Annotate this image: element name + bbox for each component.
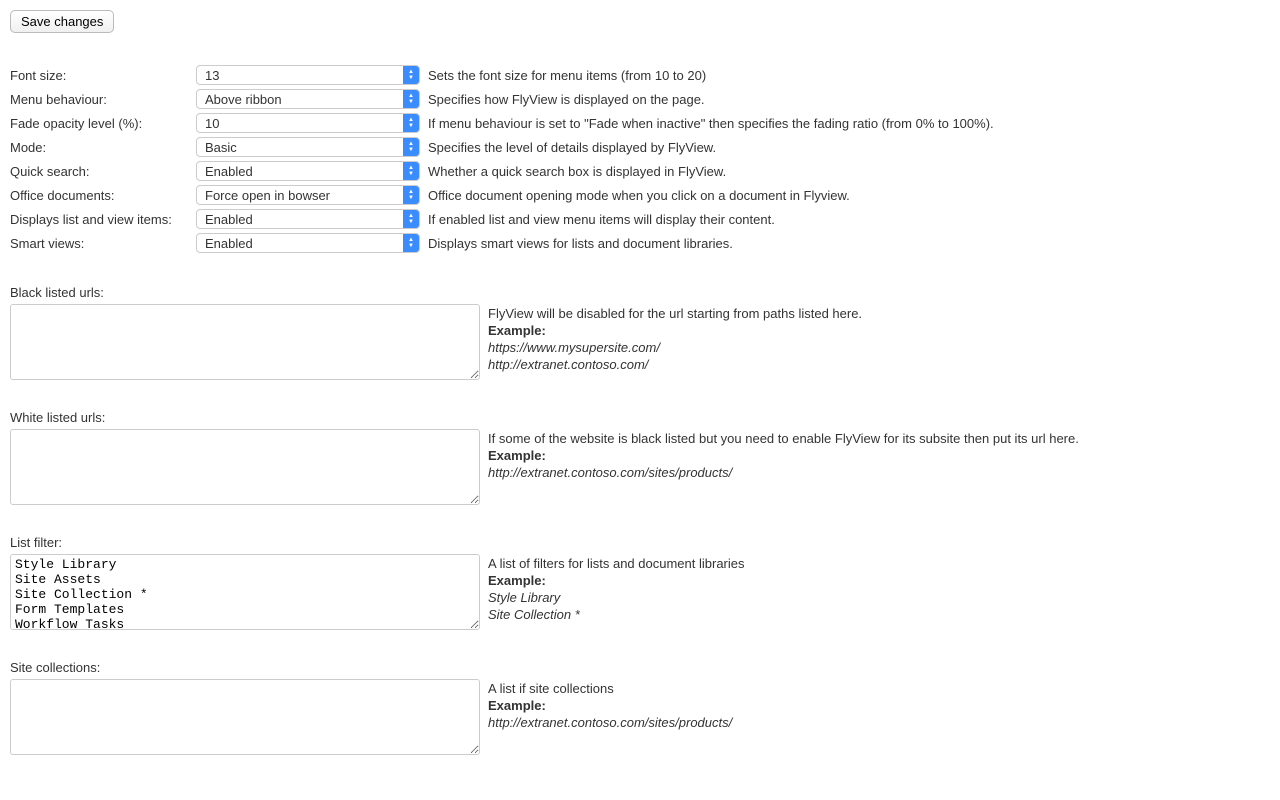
updown-icon — [403, 66, 419, 84]
updown-icon — [403, 138, 419, 156]
example-label: Example: — [488, 323, 546, 338]
setting-label-font-size: Font size: — [10, 63, 196, 87]
example-label: Example: — [488, 573, 546, 588]
setting-row: Fade opacity level (%): 10 If menu behav… — [10, 111, 1002, 135]
white-listed-desc: If some of the website is black listed b… — [488, 431, 1079, 482]
example-line: http://extranet.contoso.com/sites/produc… — [488, 465, 732, 480]
setting-label-office-documents: Office documents: — [10, 183, 196, 207]
updown-icon — [403, 210, 419, 228]
select-value: 10 — [197, 114, 403, 132]
select-value: Enabled — [197, 210, 403, 228]
desc-text: A list of filters for lists and document… — [488, 556, 745, 571]
black-listed-textarea[interactable] — [10, 304, 480, 380]
site-collections-section: Site collections: A list if site collect… — [10, 660, 1270, 755]
setting-label-mode: Mode: — [10, 135, 196, 159]
example-line: http://extranet.contoso.com/ — [488, 357, 648, 372]
updown-icon — [403, 186, 419, 204]
setting-label-smart-views: Smart views: — [10, 231, 196, 255]
example-line: https://www.mysupersite.com/ — [488, 340, 660, 355]
save-button[interactable]: Save changes — [10, 10, 114, 33]
white-listed-label: White listed urls: — [10, 410, 1270, 425]
list-filter-desc: A list of filters for lists and document… — [488, 556, 745, 624]
select-value: Force open in bowser — [197, 186, 403, 204]
setting-row: Mode: Basic Specifies the level of detai… — [10, 135, 1002, 159]
site-collections-desc: A list if site collections Example: http… — [488, 681, 732, 732]
select-value: 13 — [197, 66, 403, 84]
list-filter-textarea[interactable] — [10, 554, 480, 630]
settings-table: Font size: 13 Sets the font size for men… — [10, 63, 1002, 255]
select-value: Enabled — [197, 234, 403, 252]
white-listed-section: White listed urls: If some of the websit… — [10, 410, 1270, 505]
setting-label-quick-search: Quick search: — [10, 159, 196, 183]
setting-label-displays-list: Displays list and view items: — [10, 207, 196, 231]
white-listed-textarea[interactable] — [10, 429, 480, 505]
desc-text: FlyView will be disabled for the url sta… — [488, 306, 862, 321]
setting-row: Displays list and view items: Enabled If… — [10, 207, 1002, 231]
example-line: Style Library — [488, 590, 560, 605]
example-label: Example: — [488, 698, 546, 713]
list-filter-section: List filter: A list of filters for lists… — [10, 535, 1270, 630]
setting-row: Quick search: Enabled Whether a quick se… — [10, 159, 1002, 183]
setting-desc: Whether a quick search box is displayed … — [428, 159, 1002, 183]
updown-icon — [403, 114, 419, 132]
setting-desc: Specifies the level of details displayed… — [428, 135, 1002, 159]
setting-desc: If enabled list and view menu items will… — [428, 207, 1002, 231]
select-value: Above ribbon — [197, 90, 403, 108]
setting-desc: If menu behaviour is set to "Fade when i… — [428, 111, 1002, 135]
setting-label-fade-opacity: Fade opacity level (%): — [10, 111, 196, 135]
font-size-select[interactable]: 13 — [196, 65, 420, 85]
black-listed-desc: FlyView will be disabled for the url sta… — [488, 306, 862, 374]
site-collections-label: Site collections: — [10, 660, 1270, 675]
setting-row: Menu behaviour: Above ribbon Specifies h… — [10, 87, 1002, 111]
menu-behaviour-select[interactable]: Above ribbon — [196, 89, 420, 109]
setting-desc: Displays smart views for lists and docum… — [428, 231, 1002, 255]
fade-opacity-select[interactable]: 10 — [196, 113, 420, 133]
updown-icon — [403, 162, 419, 180]
list-filter-label: List filter: — [10, 535, 1270, 550]
updown-icon — [403, 90, 419, 108]
setting-desc: Office document opening mode when you cl… — [428, 183, 1002, 207]
displays-list-select[interactable]: Enabled — [196, 209, 420, 229]
desc-text: If some of the website is black listed b… — [488, 431, 1079, 446]
mode-select[interactable]: Basic — [196, 137, 420, 157]
select-value: Enabled — [197, 162, 403, 180]
example-line: Site Collection * — [488, 607, 580, 622]
setting-label-menu-behaviour: Menu behaviour: — [10, 87, 196, 111]
setting-row: Font size: 13 Sets the font size for men… — [10, 63, 1002, 87]
quick-search-select[interactable]: Enabled — [196, 161, 420, 181]
desc-text: A list if site collections — [488, 681, 614, 696]
black-listed-section: Black listed urls: FlyView will be disab… — [10, 285, 1270, 380]
site-collections-textarea[interactable] — [10, 679, 480, 755]
updown-icon — [403, 234, 419, 252]
black-listed-label: Black listed urls: — [10, 285, 1270, 300]
select-value: Basic — [197, 138, 403, 156]
setting-desc: Sets the font size for menu items (from … — [428, 63, 1002, 87]
setting-desc: Specifies how FlyView is displayed on th… — [428, 87, 1002, 111]
smart-views-select[interactable]: Enabled — [196, 233, 420, 253]
setting-row: Smart views: Enabled Displays smart view… — [10, 231, 1002, 255]
example-line: http://extranet.contoso.com/sites/produc… — [488, 715, 732, 730]
office-documents-select[interactable]: Force open in bowser — [196, 185, 420, 205]
setting-row: Office documents: Force open in bowser O… — [10, 183, 1002, 207]
example-label: Example: — [488, 448, 546, 463]
